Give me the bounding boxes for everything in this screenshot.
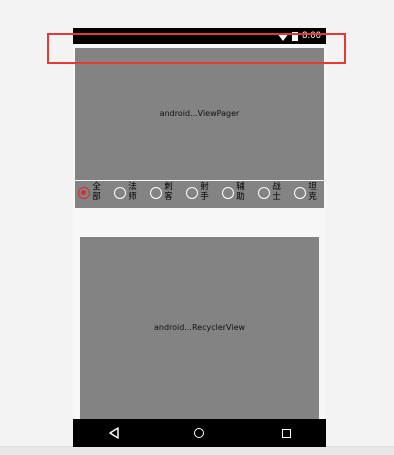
tab-label: 法师 — [128, 182, 137, 202]
radio-unchecked-icon — [258, 187, 270, 199]
device-preview: 8:00 android...ViewPager 全部 法师 刺客 射手 辅助 … — [73, 28, 326, 447]
tab-label: 战士 — [272, 182, 281, 202]
radio-unchecked-icon — [186, 187, 198, 199]
recycler-view-label: android...RecyclerView — [153, 323, 246, 332]
recents-icon[interactable] — [282, 429, 291, 438]
view-pager[interactable]: android...ViewPager — [75, 48, 324, 180]
recycler-view[interactable]: android...RecyclerView — [80, 237, 319, 419]
tab-label: 坦克 — [308, 182, 317, 202]
view-pager-label: android...ViewPager — [159, 109, 240, 118]
tab-label: 刺客 — [164, 182, 173, 202]
navigation-bar — [73, 419, 326, 447]
radio-checked-icon — [78, 187, 90, 199]
hero-type-radio-group: 全部 法师 刺客 射手 辅助 战士 坦克 — [75, 181, 324, 208]
highlight-annotation — [47, 33, 346, 64]
radio-unchecked-icon — [294, 187, 306, 199]
tab-label: 辅助 — [236, 182, 245, 202]
radio-unchecked-icon — [114, 187, 126, 199]
tab-label: 全部 — [92, 182, 101, 202]
tab-label: 射手 — [200, 182, 209, 202]
back-icon[interactable] — [108, 427, 120, 439]
home-icon[interactable] — [194, 428, 204, 438]
radio-unchecked-icon — [150, 187, 162, 199]
radio-unchecked-icon — [222, 187, 234, 199]
